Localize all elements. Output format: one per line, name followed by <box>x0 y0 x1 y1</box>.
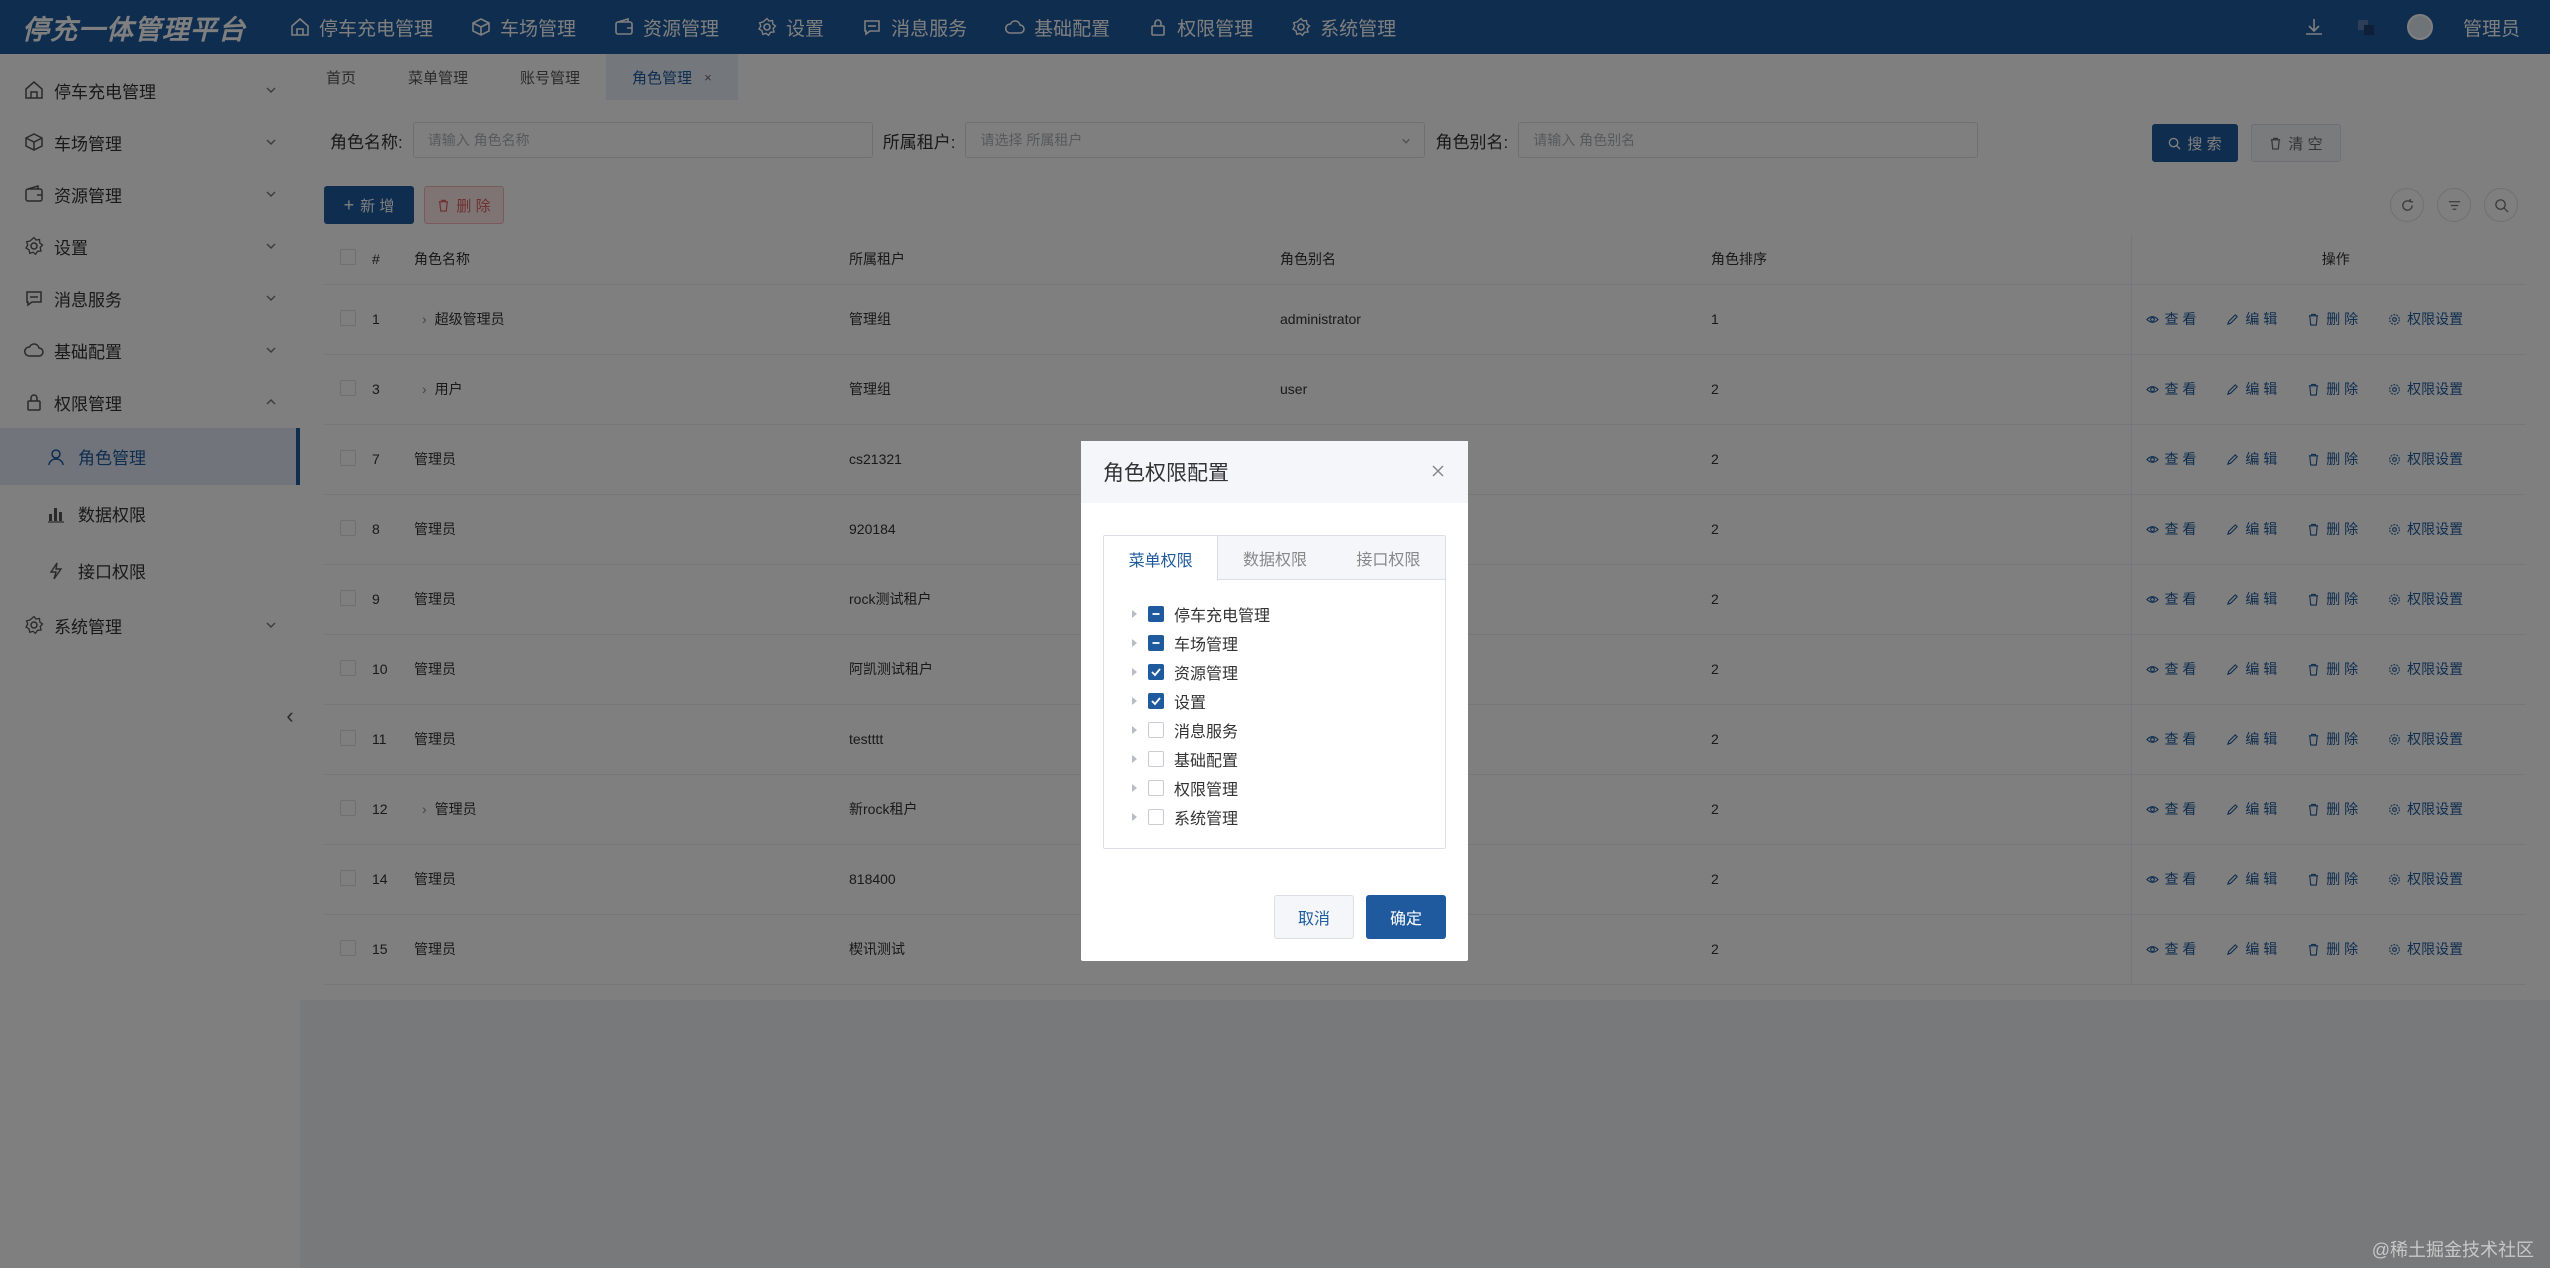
tab-menu-permission[interactable]: 菜单权限 <box>1104 536 1219 581</box>
checkbox-unchecked[interactable] <box>1148 779 1164 796</box>
checkbox-unchecked[interactable] <box>1148 750 1164 767</box>
dialog-title: 角色权限配置 <box>1103 462 1229 485</box>
expand-arrow-icon[interactable] <box>1132 696 1137 705</box>
tree-node-label: 权限管理 <box>1174 781 1239 799</box>
tree-node-label: 消息服务 <box>1174 723 1239 741</box>
menu-permission-tree: 停车充电管理 车场管理资源管理设置消息服务基础配置权限管理系统管理 <box>1104 580 1445 831</box>
tree-node[interactable]: 资源管理 <box>1132 657 1445 686</box>
tree-node[interactable]: 基础配置 <box>1132 744 1445 773</box>
tree-node[interactable]: 停车充电管理 <box>1132 599 1445 628</box>
expand-arrow-icon[interactable] <box>1132 638 1137 647</box>
checkbox-unchecked[interactable] <box>1148 808 1164 825</box>
tree-node[interactable]: 权限管理 <box>1132 773 1445 802</box>
tree-node-label: 系统管理 <box>1174 810 1239 828</box>
checkbox-checked[interactable] <box>1148 692 1164 709</box>
tree-node[interactable]: 设置 <box>1132 686 1445 715</box>
checkbox-checked[interactable] <box>1148 663 1164 680</box>
expand-arrow-icon[interactable] <box>1132 667 1137 676</box>
expand-arrow-icon[interactable] <box>1132 754 1137 763</box>
checkbox-indeterminate[interactable] <box>1148 605 1164 622</box>
tree-node[interactable]: 消息服务 <box>1132 715 1445 744</box>
tree-node-label: 基础配置 <box>1174 752 1239 770</box>
tree-node-label: 车场管理 <box>1174 636 1239 654</box>
confirm-button[interactable]: 确定 <box>1366 895 1446 939</box>
tree-node-label: 设置 <box>1174 694 1207 712</box>
tree-node-label: 停车充电管理 <box>1174 607 1271 625</box>
checkbox-unchecked[interactable] <box>1148 721 1164 738</box>
expand-arrow-icon[interactable] <box>1132 609 1137 618</box>
close-icon[interactable] <box>1430 463 1446 479</box>
expand-arrow-icon[interactable] <box>1132 812 1137 821</box>
permission-tab-bar: 菜单权限 数据权限 接口权限 <box>1104 536 1445 581</box>
tab-data-permission[interactable]: 数据权限 <box>1218 536 1331 579</box>
tree-node[interactable]: 系统管理 <box>1132 802 1445 831</box>
permission-tabs: 菜单权限 数据权限 接口权限 停车充电管理 车场管理资源管理设置消息服务基础配置权… <box>1103 535 1446 849</box>
expand-arrow-icon[interactable] <box>1132 783 1137 792</box>
tree-node-label: 资源管理 <box>1174 665 1239 683</box>
dialog-header: 角色权限配置 <box>1081 441 1468 503</box>
watermark: @稀土掘金技术社区 <box>2371 1240 2534 1260</box>
role-permission-dialog: 角色权限配置 菜单权限 数据权限 接口权限 停车充电管理 车场管理资源管理设置消息… <box>1081 441 1468 961</box>
tab-api-permission[interactable]: 接口权限 <box>1332 536 1445 579</box>
checkbox-indeterminate[interactable] <box>1148 634 1164 651</box>
expand-arrow-icon[interactable] <box>1132 725 1137 734</box>
tree-node[interactable]: 车场管理 <box>1132 628 1445 657</box>
dialog-footer: 取消 确定 <box>1274 895 1446 939</box>
cancel-button[interactable]: 取消 <box>1274 895 1354 939</box>
